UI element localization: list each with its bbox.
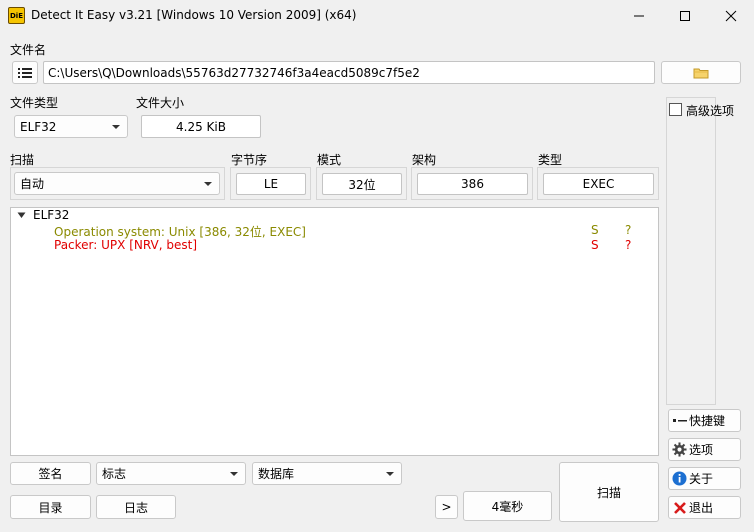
filesize-field: 4.25 KiB [141,115,261,138]
arch-label: 架构 [412,153,437,167]
exit-x-icon [672,500,687,515]
close-button[interactable] [708,0,754,31]
mode-field: 32位 [322,173,402,195]
signature-button[interactable]: 签名 [10,462,91,485]
flags-value: 标志 [102,467,127,481]
endian-label: 字节序 [231,153,268,167]
mode-label: 模式 [317,153,342,167]
gear-icon [672,442,687,457]
database-value: 数据库 [258,467,295,481]
result-packer-s[interactable]: S [591,238,599,252]
minimize-icon [634,15,644,16]
advanced-checkbox[interactable] [669,103,682,116]
tree-root[interactable]: ELF32 [33,208,69,222]
advanced-label: 高级选项 [686,104,735,118]
app-icon: DiE [8,7,25,24]
type-label: 类型 [538,153,563,167]
log-button[interactable]: 日志 [96,495,176,519]
more-button[interactable]: > [435,495,458,519]
menu-icon [18,67,32,78]
filetype-label: 文件类型 [10,96,59,110]
chevron-down-icon [230,471,238,476]
options-label: 选项 [689,443,714,457]
about-button[interactable]: 关于 [668,467,741,490]
keyboard-icon [672,413,687,428]
scan-label: 扫描 [10,153,35,167]
filetype-value: ELF32 [20,119,57,134]
type-field: EXEC [543,173,654,195]
filetype-select[interactable]: ELF32 [14,115,128,138]
filename-label: 文件名 [10,43,47,57]
file-menu-button[interactable] [12,61,38,84]
minimize-button[interactable] [616,0,662,31]
advanced-panel [666,97,716,405]
folder-icon [693,68,709,79]
chevron-down-icon [112,124,120,129]
maximize-button[interactable] [662,0,708,31]
expand-arrow-icon[interactable] [17,212,26,219]
arch-field: 386 [417,173,528,195]
about-label: 关于 [689,472,714,486]
exit-label: 退出 [689,501,714,515]
database-select[interactable]: 数据库 [252,462,402,485]
result-packer[interactable]: Packer: UPX [NRV, best] [54,238,197,252]
options-button[interactable]: 选项 [668,438,741,461]
flags-select[interactable]: 标志 [96,462,246,485]
exit-button[interactable]: 退出 [668,496,741,519]
shortcuts-button[interactable]: 快捷键 [668,409,741,432]
result-packer-q[interactable]: ? [625,238,631,252]
window-title: Detect It Easy v3.21 [Windows 10 Version… [31,8,357,22]
file-path-input[interactable]: C:\Users\Q\Downloads\55763d27732746f3a4e… [43,61,655,84]
elapsed-time-button[interactable]: 4毫秒 [463,491,552,521]
maximize-icon [680,10,690,21]
scan-group [10,167,225,200]
chevron-down-icon [386,471,394,476]
info-icon [672,471,687,486]
result-os-q[interactable]: ? [625,223,631,237]
results-tree[interactable]: ELF32 Operation system: Unix [386, 32位, … [10,207,659,456]
open-file-button[interactable] [661,61,741,84]
result-os-s[interactable]: S [591,223,599,237]
endian-field: LE [236,173,306,195]
close-icon [725,10,737,21]
scan-button[interactable]: 扫描 [559,462,659,522]
filesize-label: 文件大小 [136,96,185,110]
shortcuts-label: 快捷键 [689,414,726,428]
directory-button[interactable]: 目录 [10,495,91,519]
